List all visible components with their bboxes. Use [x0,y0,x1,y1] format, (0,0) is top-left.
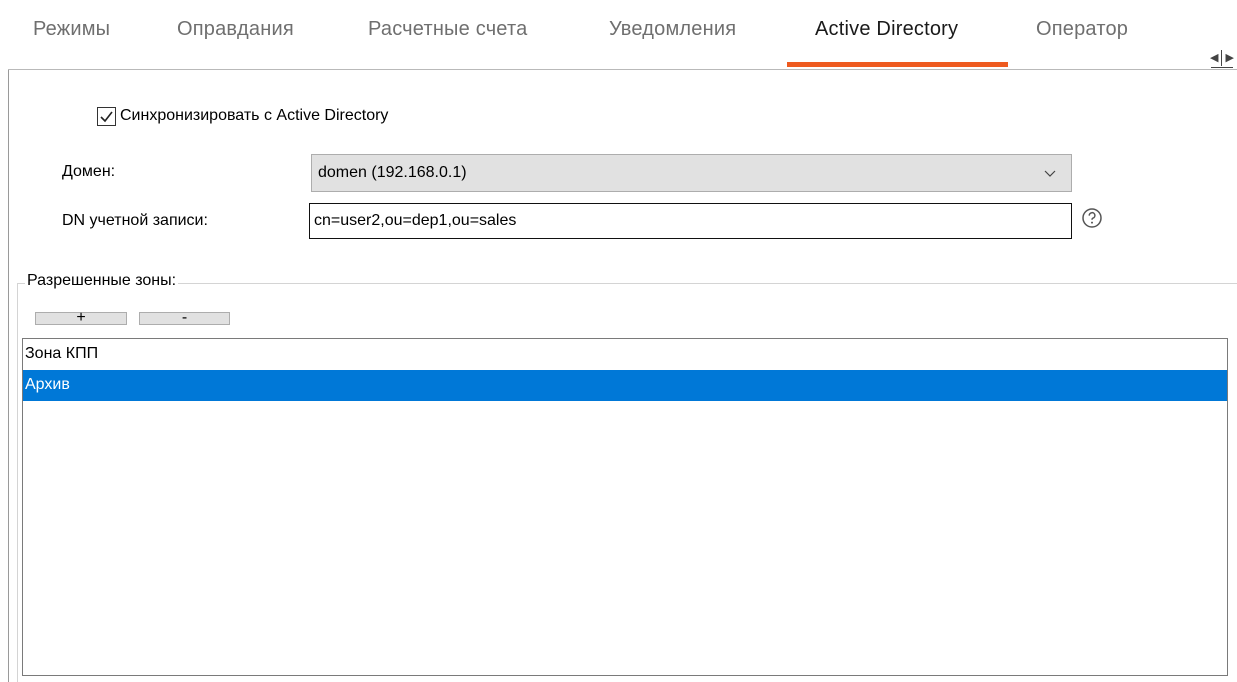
settings-window: Режимы Оправдания Расчетные счета Уведом… [0,0,1237,682]
sync-ad-checkbox-row[interactable]: Синхронизировать с Active Directory [97,105,388,127]
domain-label: Домен: [62,163,116,180]
dn-label: DN учетной записи: [62,212,208,229]
sync-ad-checkbox[interactable] [97,106,116,126]
allowed-zones-title: Разрешенные зоны: [25,272,179,290]
scroll-right-icon[interactable]: ▶ [1225,52,1233,64]
tab-scroll-arrows[interactable]: ◀ ▶ [1210,48,1237,68]
add-zone-button[interactable]: + [35,310,127,326]
list-item[interactable]: Архив [23,370,1227,401]
help-icon[interactable] [1081,207,1103,229]
scroll-left-icon[interactable]: ◀ [1210,52,1218,64]
tab-operator[interactable]: Оператор [1036,18,1128,70]
zones-list[interactable]: Зона КПП Архив [22,338,1228,676]
active-tab-indicator [787,62,1008,67]
chevron-down-icon [1044,170,1056,177]
domain-select[interactable]: domen (192.168.0.1) [311,154,1072,192]
tab-strip: Режимы Оправдания Расчетные счета Уведом… [0,0,1237,70]
tab-accounts[interactable]: Расчетные счета [368,18,527,70]
domain-value: domen (192.168.0.1) [318,164,467,181]
remove-zone-button[interactable]: - [139,310,230,326]
list-item[interactable]: Зона КПП [23,339,1227,370]
dn-input[interactable] [309,203,1072,239]
checkmark-icon [100,111,113,122]
tab-notifications[interactable]: Уведомления [609,18,736,70]
tab-excuses[interactable]: Оправдания [177,18,294,70]
sync-ad-label: Синхронизировать с Active Directory [120,107,389,124]
tab-modes[interactable]: Режимы [33,18,110,70]
